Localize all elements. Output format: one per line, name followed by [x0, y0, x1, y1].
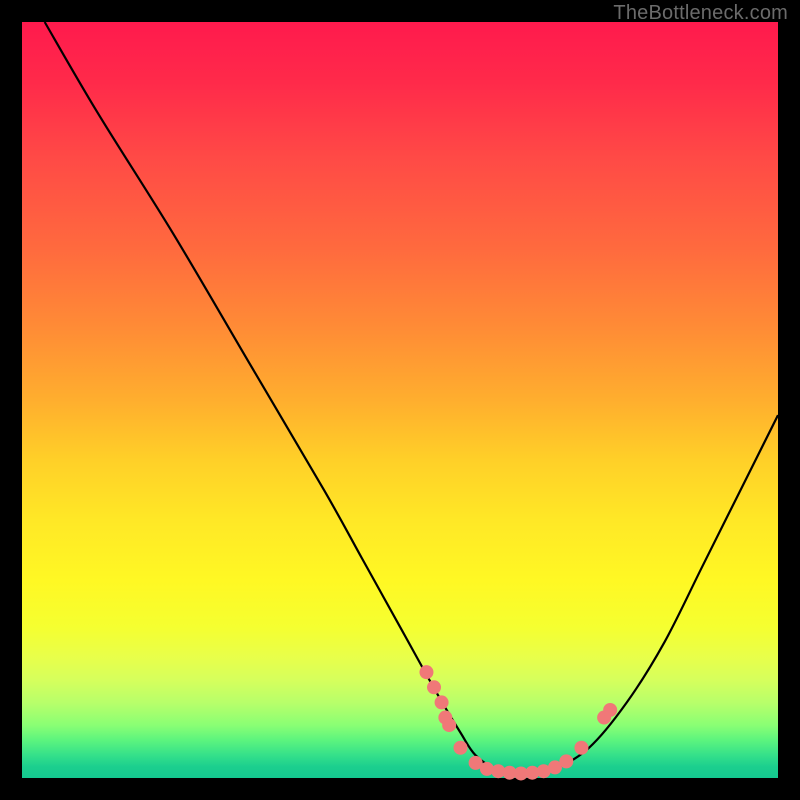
- data-point: [559, 754, 573, 768]
- data-point: [435, 695, 449, 709]
- data-point: [453, 741, 467, 755]
- curve-markers: [419, 665, 617, 780]
- data-point: [603, 703, 617, 717]
- data-point: [574, 741, 588, 755]
- data-point: [427, 680, 441, 694]
- plot-area: [22, 22, 778, 778]
- bottleneck-curve: [45, 22, 778, 774]
- data-point: [442, 718, 456, 732]
- chart-frame: TheBottleneck.com: [0, 0, 800, 800]
- chart-svg: [22, 22, 778, 778]
- data-point: [419, 665, 433, 679]
